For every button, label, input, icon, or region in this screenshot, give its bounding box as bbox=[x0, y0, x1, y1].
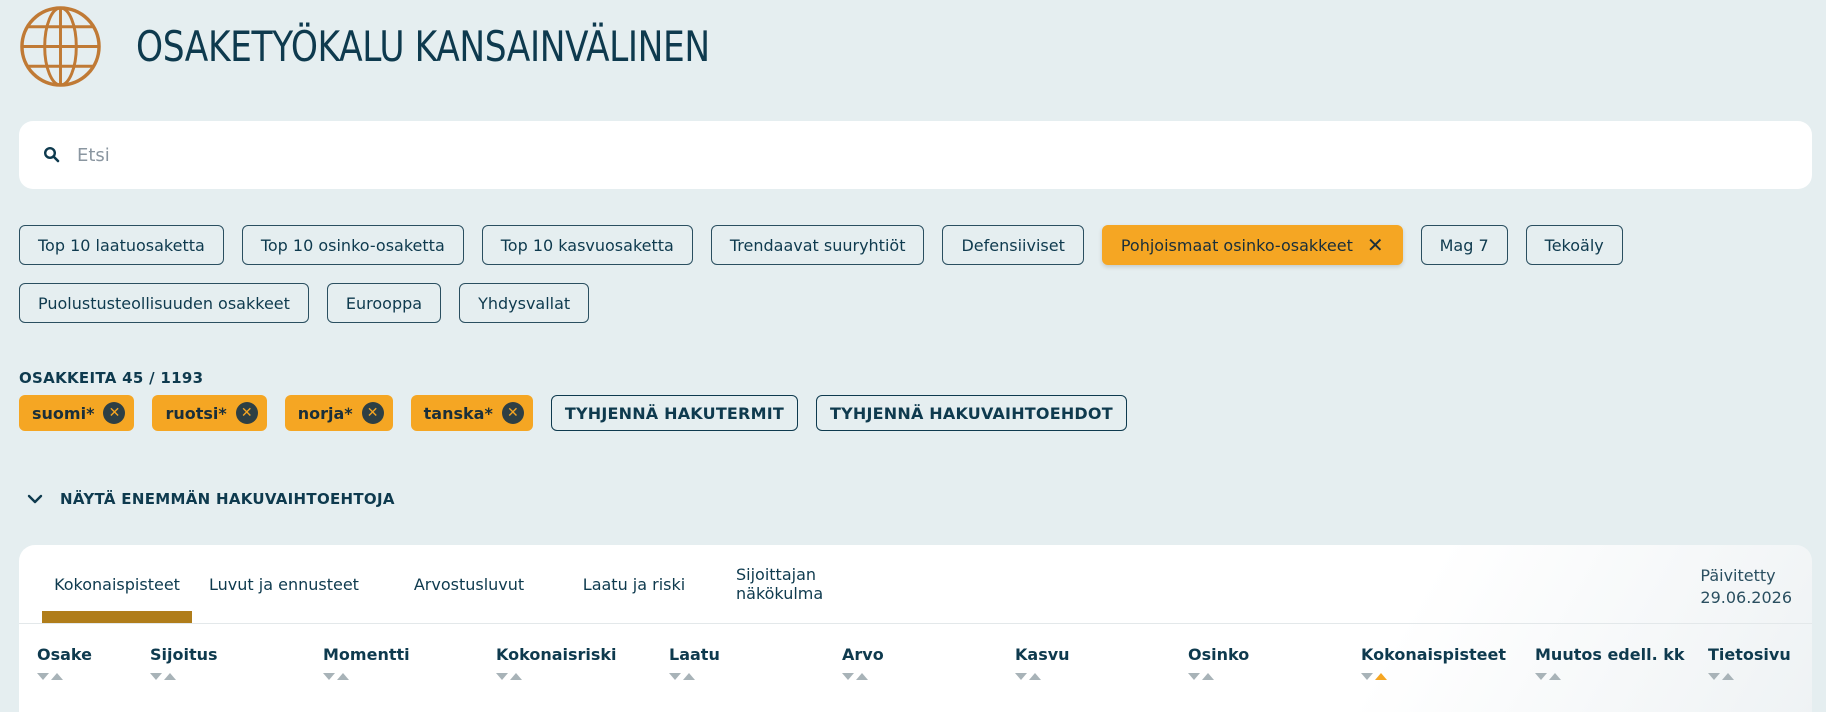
search-terms: suomi* ✕ ruotsi* ✕ norja* ✕ tanska* ✕ TYHJENNÄ H… bbox=[19, 395, 1127, 431]
preset-chip-label: Yhdysvallat bbox=[478, 293, 571, 313]
app-header: OSAKETYÖKALU KANSAINVÄLINEN bbox=[19, 4, 836, 88]
sort-icon[interactable] bbox=[1361, 671, 1387, 680]
preset-chip-label: Puolustusteollisuuden osakkeet bbox=[38, 293, 290, 313]
column-header-label: Sijoitus bbox=[150, 645, 218, 664]
preset-chip-pohjoismaat-osinko-osakkeet[interactable]: Pohjoismaat osinko-osakkeet ✕ bbox=[1101, 225, 1403, 265]
search-term-label: norja* bbox=[297, 403, 353, 423]
preset-chip-label: Tekoäly bbox=[1544, 235, 1604, 255]
search-term-label: suomi* bbox=[32, 403, 95, 423]
column-header-kasvu[interactable]: Kasvu bbox=[1015, 645, 1070, 680]
column-header-label: Laatu bbox=[669, 645, 720, 664]
clear-options-button[interactable]: TYHJENNÄ HAKUVAIHTOEHDOT bbox=[815, 395, 1127, 431]
column-header-laatu[interactable]: Laatu bbox=[669, 645, 720, 680]
show-more-options[interactable]: NÄYTÄ ENEMMÄN HAKUVAIHTOEHTOJA bbox=[26, 490, 395, 508]
search-term-label: ruotsi* bbox=[165, 403, 227, 423]
preset-chip-puolustusteollisuuden-osakkeet[interactable]: Puolustusteollisuuden osakkeet bbox=[19, 283, 309, 323]
column-header-label: Kokonaisriski bbox=[496, 645, 617, 664]
preset-row: Puolustusteollisuuden osakkeet Eurooppa Yh… bbox=[19, 283, 1719, 323]
sort-icon[interactable] bbox=[150, 671, 176, 680]
tab-arvostusluvut[interactable]: Arvostusluvut bbox=[384, 545, 554, 623]
remove-term-icon[interactable]: ✕ bbox=[235, 402, 258, 424]
sort-icon[interactable] bbox=[1535, 671, 1561, 680]
divider bbox=[19, 623, 1812, 624]
remove-term-icon[interactable]: ✕ bbox=[501, 402, 524, 424]
result-count: OSAKKEITA 45 / 1193 bbox=[19, 369, 204, 387]
column-header-label: Tietosivu bbox=[1708, 645, 1791, 664]
column-header-label: Arvo bbox=[842, 645, 884, 664]
remove-term-icon[interactable]: ✕ bbox=[103, 402, 126, 424]
preset-chip-label: Top 10 kasvuosaketta bbox=[500, 235, 674, 255]
updated-date: 29.06.2026 bbox=[1700, 588, 1792, 608]
sort-icon[interactable] bbox=[496, 671, 522, 680]
search-term-label: tanska* bbox=[423, 403, 493, 423]
tab-luvut-ja-ennusteet[interactable]: Luvut ja ennusteet bbox=[184, 545, 384, 623]
column-header-tietosivu[interactable]: Tietosivu bbox=[1708, 645, 1791, 680]
preset-chip-top-10-kasvuosaketta[interactable]: Top 10 kasvuosaketta bbox=[481, 225, 693, 265]
preset-chip-label: Mag 7 bbox=[1439, 235, 1489, 255]
preset-chip-label: Eurooppa bbox=[345, 293, 423, 313]
preset-chip-yhdysvallat[interactable]: Yhdysvallat bbox=[459, 283, 590, 323]
column-header-momentti[interactable]: Momentti bbox=[323, 645, 410, 680]
updated-label: Päivitetty bbox=[1700, 566, 1776, 585]
column-header-sijoitus[interactable]: Sijoitus bbox=[150, 645, 218, 680]
clear-terms-button[interactable]: TYHJENNÄ HAKUTERMIT bbox=[550, 395, 798, 431]
sort-icon[interactable] bbox=[1188, 671, 1214, 680]
column-header-osake[interactable]: Osake bbox=[37, 645, 92, 680]
app-title: OSAKETYÖKALU KANSAINVÄLINEN bbox=[136, 21, 710, 71]
preset-filters: Top 10 laatuosaketta Top 10 osinko-osaket… bbox=[19, 225, 1719, 341]
search-term-chip: tanska* ✕ bbox=[410, 395, 533, 431]
column-header-arvo[interactable]: Arvo bbox=[842, 645, 884, 680]
updated-info: Päivitetty 29.06.2026 bbox=[1700, 565, 1792, 610]
tab-laatu-ja-riski[interactable]: Laatu ja riski bbox=[554, 545, 714, 623]
column-header-label: Osinko bbox=[1188, 645, 1250, 664]
column-header-label: Kokonaispisteet bbox=[1361, 645, 1506, 664]
column-header-label: Kasvu bbox=[1015, 645, 1070, 664]
search-bar bbox=[19, 121, 1812, 189]
preset-chip-defensiiviset[interactable]: Defensiiviset bbox=[942, 225, 1084, 265]
search-icon bbox=[43, 146, 60, 163]
column-header-label: Momentti bbox=[323, 645, 410, 664]
search-input[interactable] bbox=[77, 144, 1677, 166]
tab-bar: Kokonaispisteet Luvut ja ennusteet Arvostu… bbox=[42, 545, 914, 623]
column-header-kokonaispisteet[interactable]: Kokonaispisteet bbox=[1361, 645, 1506, 680]
column-header-label: Osake bbox=[37, 645, 92, 664]
show-more-label: NÄYTÄ ENEMMÄN HAKUVAIHTOEHTOJA bbox=[60, 490, 395, 508]
preset-chip-tekoaly[interactable]: Tekoäly bbox=[1525, 225, 1623, 265]
chevron-down-icon bbox=[27, 494, 43, 504]
tab-sijoittajan-nakokulma[interactable]: Sijoittajan näkökulma bbox=[714, 545, 914, 623]
tab-kokonaispisteet[interactable]: Kokonaispisteet bbox=[42, 545, 192, 623]
search-term-chip: suomi* ✕ bbox=[19, 395, 135, 431]
column-header-label: Muutos edell. kk bbox=[1535, 645, 1685, 664]
preset-chip-label: Trendaavat suuryhtiöt bbox=[729, 235, 906, 255]
sort-icon[interactable] bbox=[1015, 671, 1041, 680]
column-header-osinko[interactable]: Osinko bbox=[1188, 645, 1250, 680]
preset-chip-top-10-laatuosaketta[interactable]: Top 10 laatuosaketta bbox=[19, 225, 224, 265]
preset-chip-label: Pohjoismaat osinko-osakkeet bbox=[1120, 235, 1353, 255]
search-term-chip: ruotsi* ✕ bbox=[152, 395, 267, 431]
results-panel: Kokonaispisteet Luvut ja ennusteet Arvostu… bbox=[19, 545, 1812, 712]
preset-chip-label: Defensiiviset bbox=[961, 235, 1065, 255]
preset-chip-eurooppa[interactable]: Eurooppa bbox=[326, 283, 442, 323]
sort-icon[interactable] bbox=[842, 671, 868, 680]
close-icon[interactable]: ✕ bbox=[1367, 235, 1384, 255]
sort-icon[interactable] bbox=[323, 671, 349, 680]
column-header-muutos-edell-kk[interactable]: Muutos edell. kk bbox=[1535, 645, 1685, 680]
preset-chip-top-10-osinko-osaketta[interactable]: Top 10 osinko-osaketta bbox=[241, 225, 464, 265]
preset-chip-mag-7[interactable]: Mag 7 bbox=[1420, 225, 1508, 265]
search-term-chip: norja* ✕ bbox=[284, 395, 393, 431]
preset-chip-trendaavat-suuryhtiot[interactable]: Trendaavat suuryhtiöt bbox=[710, 225, 925, 265]
globe-icon[interactable] bbox=[19, 5, 102, 88]
preset-chip-label: Top 10 osinko-osaketta bbox=[260, 235, 445, 255]
preset-row: Top 10 laatuosaketta Top 10 osinko-osaket… bbox=[19, 225, 1719, 265]
sort-icon[interactable] bbox=[1708, 671, 1734, 680]
sort-icon[interactable] bbox=[669, 671, 695, 680]
column-header-kokonaisriski[interactable]: Kokonaisriski bbox=[496, 645, 617, 680]
preset-chip-label: Top 10 laatuosaketta bbox=[38, 235, 205, 255]
remove-term-icon[interactable]: ✕ bbox=[361, 402, 384, 424]
sort-icon[interactable] bbox=[37, 671, 63, 680]
